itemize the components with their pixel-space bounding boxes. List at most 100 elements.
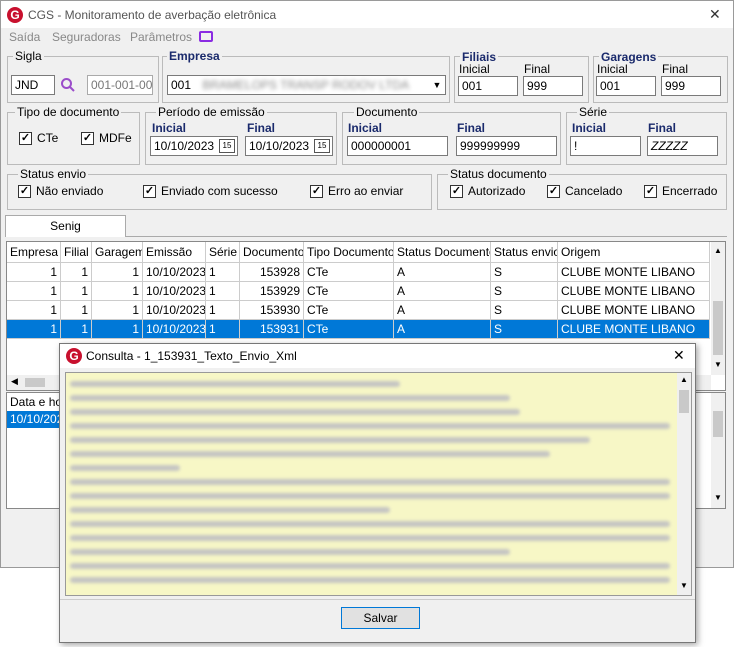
serie-final-label: Final xyxy=(648,121,677,135)
scroll-up-icon[interactable]: ▲ xyxy=(680,375,688,384)
scroll-left-icon[interactable]: ◀ xyxy=(11,376,18,387)
menu-saida[interactable]: Saída xyxy=(9,30,40,44)
table-cell: 1 xyxy=(206,301,240,320)
column-header[interactable]: Status envio xyxy=(491,242,558,263)
table-cell: A xyxy=(394,263,491,282)
table-cell: 1 xyxy=(7,282,61,301)
table-cell: 1 xyxy=(206,282,240,301)
column-header[interactable]: Empresa xyxy=(7,242,61,263)
cte-checkbox[interactable]: ✓ xyxy=(19,132,32,145)
periodo-inicial-label: Inicial xyxy=(152,121,187,135)
search-icon[interactable] xyxy=(60,77,76,93)
table-cell: 153930 xyxy=(240,301,304,320)
log-vscroll-thumb[interactable] xyxy=(713,411,723,437)
tab-senig[interactable]: Senig xyxy=(5,215,126,237)
table-cell: 1 xyxy=(206,320,240,339)
table-cell: 1 xyxy=(206,263,240,282)
garagens-inicial-label: Inicial xyxy=(597,62,628,76)
xml-content-area[interactable]: ▲ ▼ xyxy=(65,372,692,596)
column-header[interactable]: Status Documento xyxy=(394,242,491,263)
erro-enviar-checkbox[interactable]: ✓ xyxy=(310,185,323,198)
table-cell: 153931 xyxy=(240,320,304,339)
column-header[interactable]: Série xyxy=(206,242,240,263)
table-cell: 1 xyxy=(61,282,92,301)
save-button[interactable]: Salvar xyxy=(341,607,420,629)
garagens-final-input[interactable]: 999 xyxy=(661,76,721,96)
serie-label: Série xyxy=(577,105,610,119)
table-cell: 10/10/2023 xyxy=(143,320,206,339)
calendar-icon[interactable]: 15 xyxy=(219,139,235,153)
table-cell: 1 xyxy=(61,301,92,320)
status-documento-label: Status documento xyxy=(448,167,549,181)
enviado-sucesso-checkbox[interactable]: ✓ xyxy=(143,185,156,198)
grid-vscrollbar[interactable]: ▲ ▼ xyxy=(711,242,725,375)
table-cell: S xyxy=(491,282,558,301)
documento-inicial-label: Inicial xyxy=(348,121,383,135)
cancelado-label: Cancelado xyxy=(565,184,623,198)
monitor-icon[interactable] xyxy=(199,31,213,42)
sigla-input[interactable]: JND xyxy=(11,75,55,95)
cancelado-checkbox[interactable]: ✓ xyxy=(547,185,560,198)
menu-seguradoras[interactable]: Seguradoras xyxy=(52,30,121,44)
filiais-inicial-label: Inicial xyxy=(459,62,490,76)
documento-final-input[interactable]: 999999999 xyxy=(456,136,557,156)
mdfe-checkbox[interactable]: ✓ xyxy=(81,132,94,145)
column-header[interactable]: Origem xyxy=(558,242,710,263)
scroll-up-icon[interactable]: ▲ xyxy=(714,246,722,255)
status-envio-label: Status envio xyxy=(18,167,89,181)
filiais-final-label: Final xyxy=(524,62,551,76)
app-logo-icon: G xyxy=(7,7,23,23)
sigla-code-field: 001-001-001 xyxy=(87,75,153,95)
table-cell: CTe xyxy=(304,263,394,282)
scroll-down-icon[interactable]: ▼ xyxy=(714,360,722,369)
column-header[interactable]: Tipo Documento xyxy=(304,242,394,263)
calendar-icon[interactable]: 15 xyxy=(314,139,330,153)
table-cell: 10/10/2023 xyxy=(143,301,206,320)
app-logo-icon: G xyxy=(66,348,82,364)
menu-bar: Saída Seguradoras Parâmetros xyxy=(1,28,733,47)
chevron-down-icon[interactable]: ▼ xyxy=(429,76,445,94)
empresa-select[interactable]: 001 BRAMELOPS TRANSP RODOV LTDA xyxy=(167,75,446,95)
log-grid-cell[interactable]: 10/10/202 xyxy=(7,411,63,428)
serie-final-input[interactable]: ZZZZZ xyxy=(647,136,718,156)
serie-inicial-label: Inicial xyxy=(572,121,607,135)
table-cell: CLUBE MONTE LIBANO xyxy=(558,282,710,301)
encerrado-checkbox[interactable]: ✓ xyxy=(644,185,657,198)
documento-inicial-input[interactable]: 000000001 xyxy=(347,136,448,156)
grid-vscroll-thumb[interactable] xyxy=(713,301,723,355)
table-cell: 153928 xyxy=(240,263,304,282)
table-cell: 1 xyxy=(61,320,92,339)
xml-vscrollbar[interactable]: ▲ ▼ xyxy=(677,373,691,595)
xml-vscroll-thumb[interactable] xyxy=(679,390,689,413)
log-vscrollbar[interactable]: ▼ xyxy=(711,393,725,508)
column-header[interactable]: Documento xyxy=(240,242,304,263)
table-cell: CTe xyxy=(304,320,394,339)
filiais-inicial-input[interactable]: 001 xyxy=(458,76,518,96)
dialog-title: Consulta - 1_153931_Texto_Envio_Xml xyxy=(86,349,297,363)
table-cell: 153929 xyxy=(240,282,304,301)
table-cell: 1 xyxy=(7,301,61,320)
table-cell: CLUBE MONTE LIBANO xyxy=(558,320,710,339)
close-icon[interactable]: ✕ xyxy=(709,6,721,23)
close-icon[interactable]: ✕ xyxy=(673,347,685,364)
filiais-final-input[interactable]: 999 xyxy=(523,76,583,96)
garagens-inicial-input[interactable]: 001 xyxy=(596,76,656,96)
serie-inicial-input[interactable]: ! xyxy=(570,136,641,156)
nao-enviado-label: Não enviado xyxy=(36,184,104,198)
menu-parametros[interactable]: Parâmetros xyxy=(130,30,192,44)
column-header[interactable]: Emissão xyxy=(143,242,206,263)
grid-hscroll-thumb[interactable] xyxy=(25,378,45,387)
xml-dialog: G Consulta - 1_153931_Texto_Envio_Xml ✕ … xyxy=(59,343,696,643)
nao-enviado-checkbox[interactable]: ✓ xyxy=(18,185,31,198)
table-cell: A xyxy=(394,282,491,301)
scroll-down-icon[interactable]: ▼ xyxy=(714,493,722,502)
column-header[interactable]: Garagem xyxy=(92,242,143,263)
periodo-final-label: Final xyxy=(247,121,276,135)
table-cell: A xyxy=(394,301,491,320)
table-cell: 1 xyxy=(7,263,61,282)
sigla-label: Sigla xyxy=(13,49,44,63)
scroll-down-icon[interactable]: ▼ xyxy=(680,581,688,590)
autorizado-checkbox[interactable]: ✓ xyxy=(450,185,463,198)
column-header[interactable]: Filial xyxy=(61,242,92,263)
table-cell: 10/10/2023 xyxy=(143,263,206,282)
